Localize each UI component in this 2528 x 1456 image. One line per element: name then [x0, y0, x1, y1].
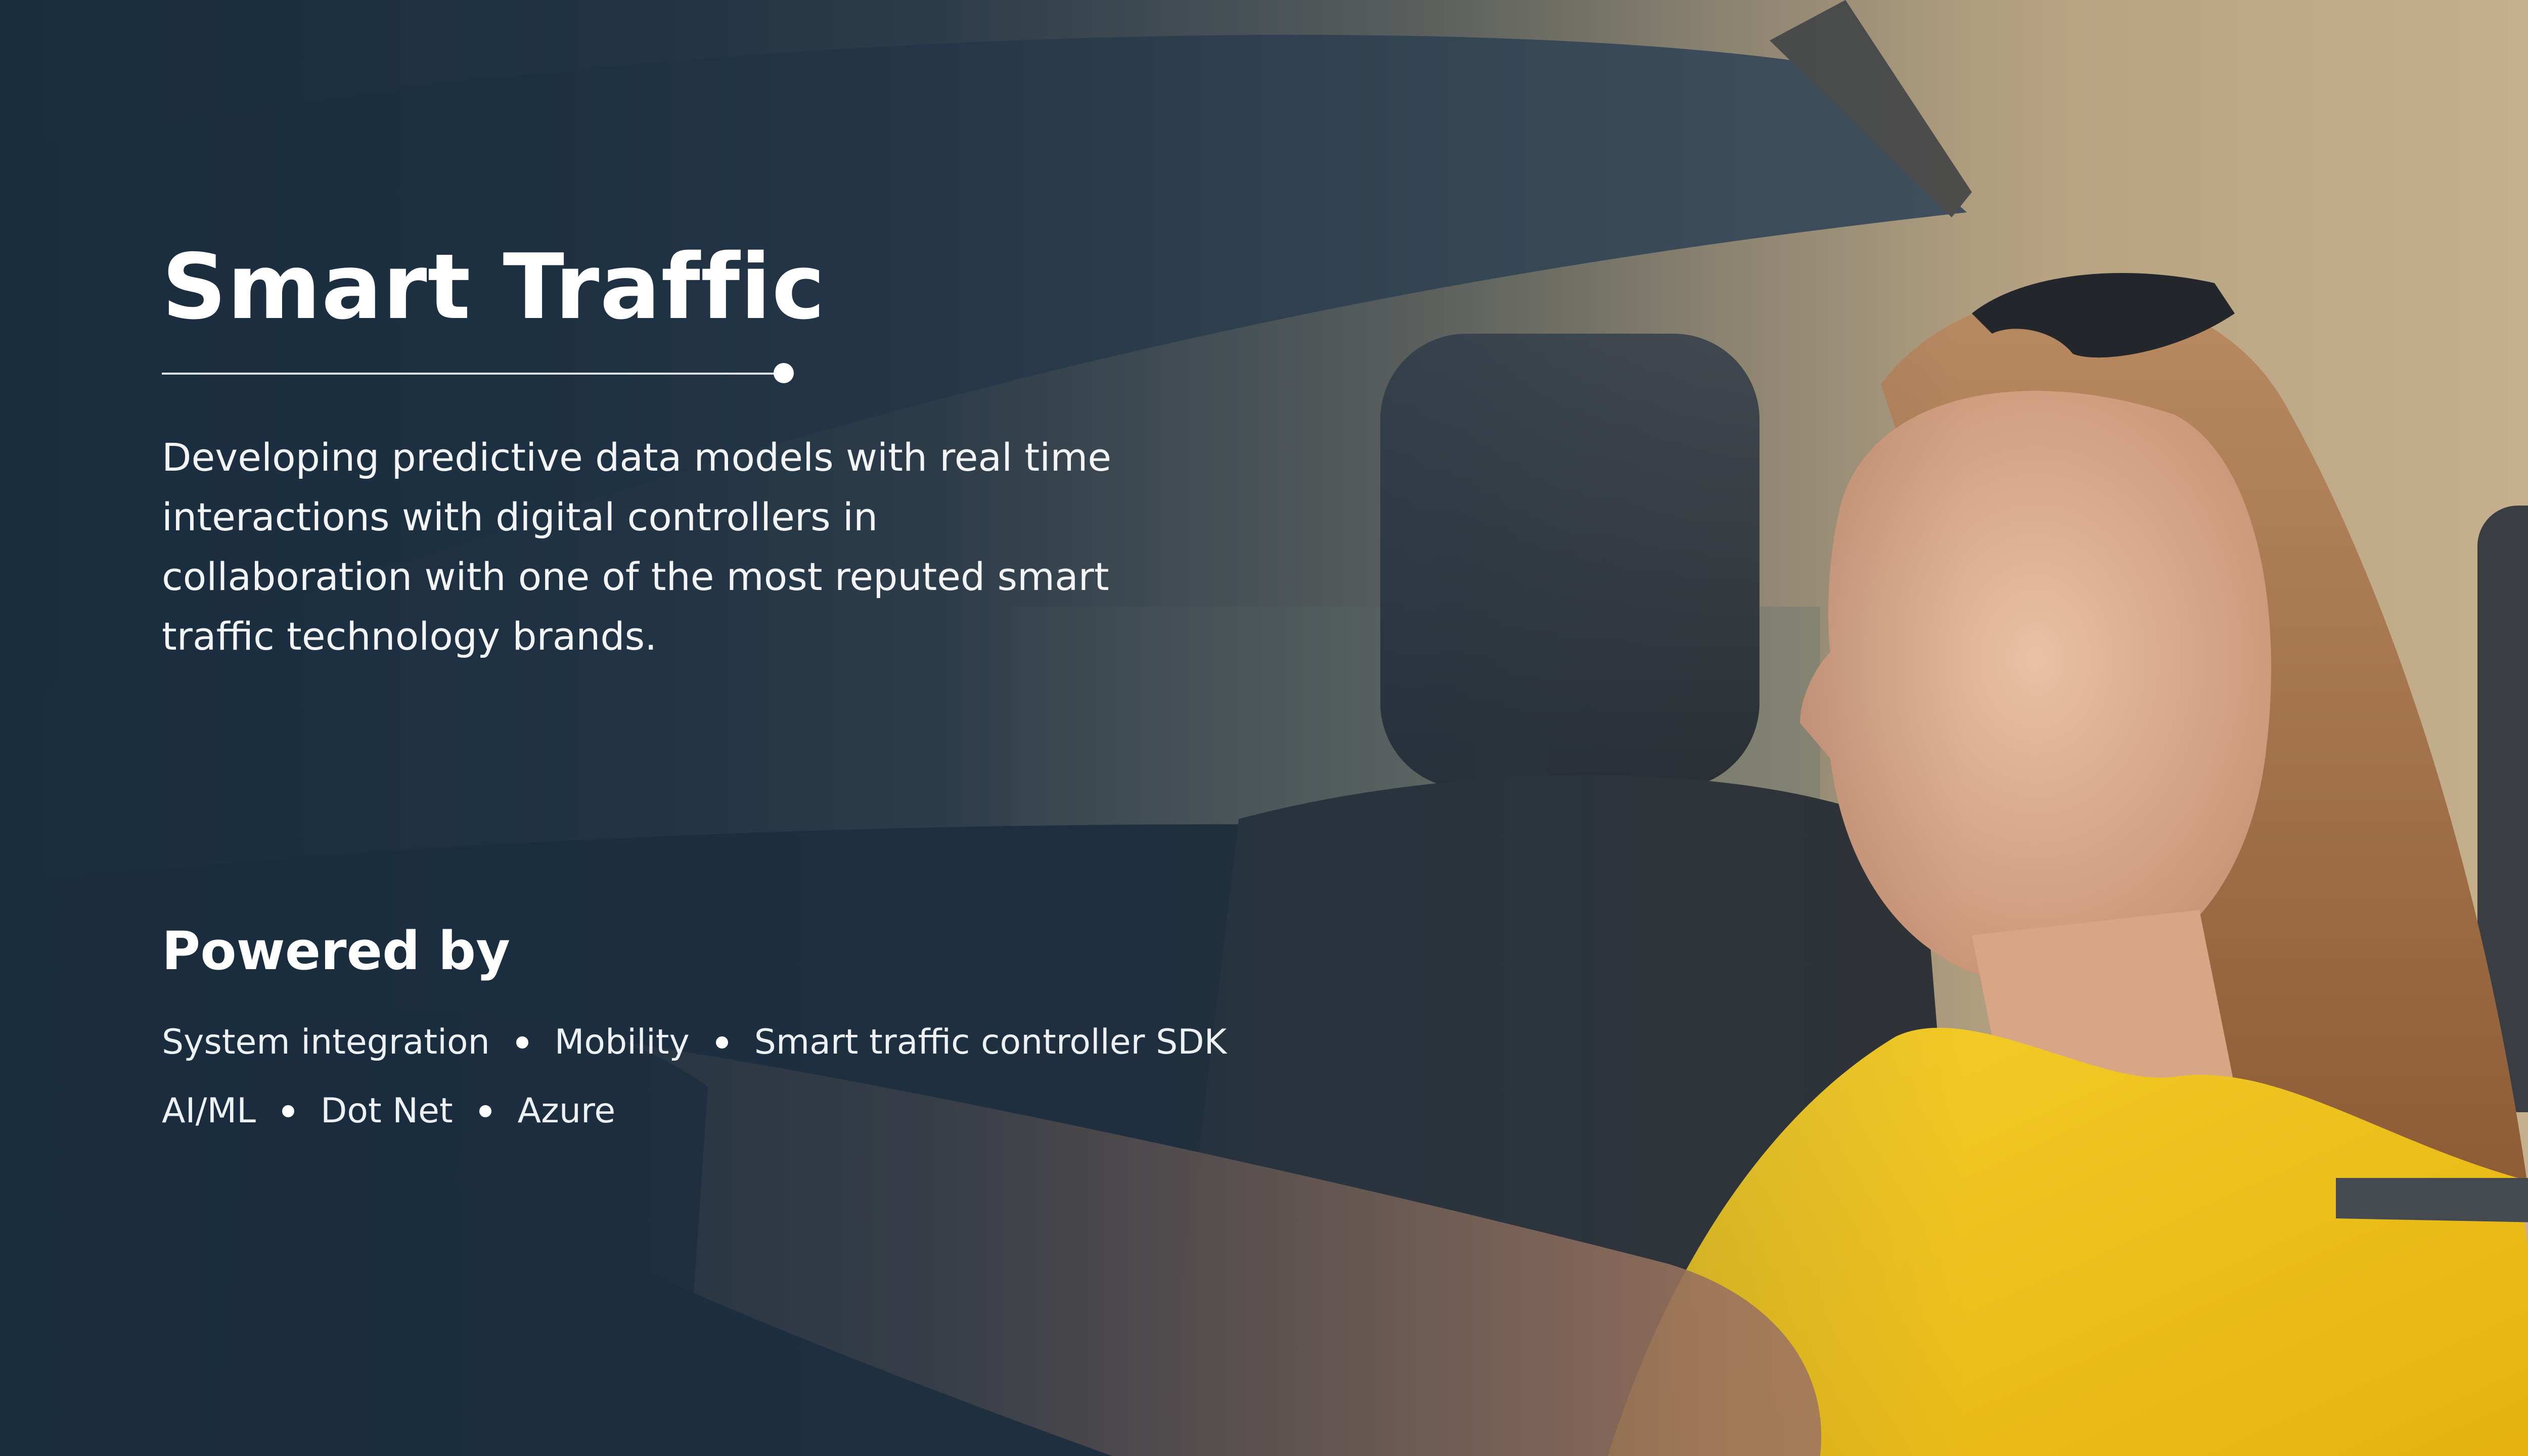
tech-item: Smart traffic controller SDK — [754, 1022, 1227, 1062]
powered-by-heading: Powered by — [162, 920, 510, 982]
bullet-separator — [516, 1036, 528, 1049]
tech-stack-row: System integration Mobility Smart traffi… — [162, 1022, 1227, 1062]
divider-line — [162, 372, 781, 375]
hero-text-block: Smart Traffic Developing predictive data… — [162, 238, 1325, 666]
divider-dot — [774, 362, 794, 383]
project-description: Developing predictive data models with r… — [162, 434, 1112, 659]
tech-item: Azure — [517, 1091, 616, 1131]
tech-item: System integration — [162, 1022, 490, 1062]
tech-item: Mobility — [554, 1022, 690, 1062]
bullet-separator — [715, 1036, 728, 1049]
bullet-separator — [282, 1105, 295, 1117]
hero-section: Smart Traffic Developing predictive data… — [0, 0, 2528, 1456]
dark-gradient-overlay — [0, 0, 2528, 1456]
title-divider — [162, 362, 794, 383]
tech-item: Dot Net — [321, 1091, 453, 1131]
page-title: Smart Traffic — [162, 235, 826, 339]
tech-stack-row: AI/ML Dot Net Azure — [162, 1091, 615, 1131]
bullet-separator — [479, 1105, 491, 1117]
tech-item: AI/ML — [162, 1091, 256, 1131]
